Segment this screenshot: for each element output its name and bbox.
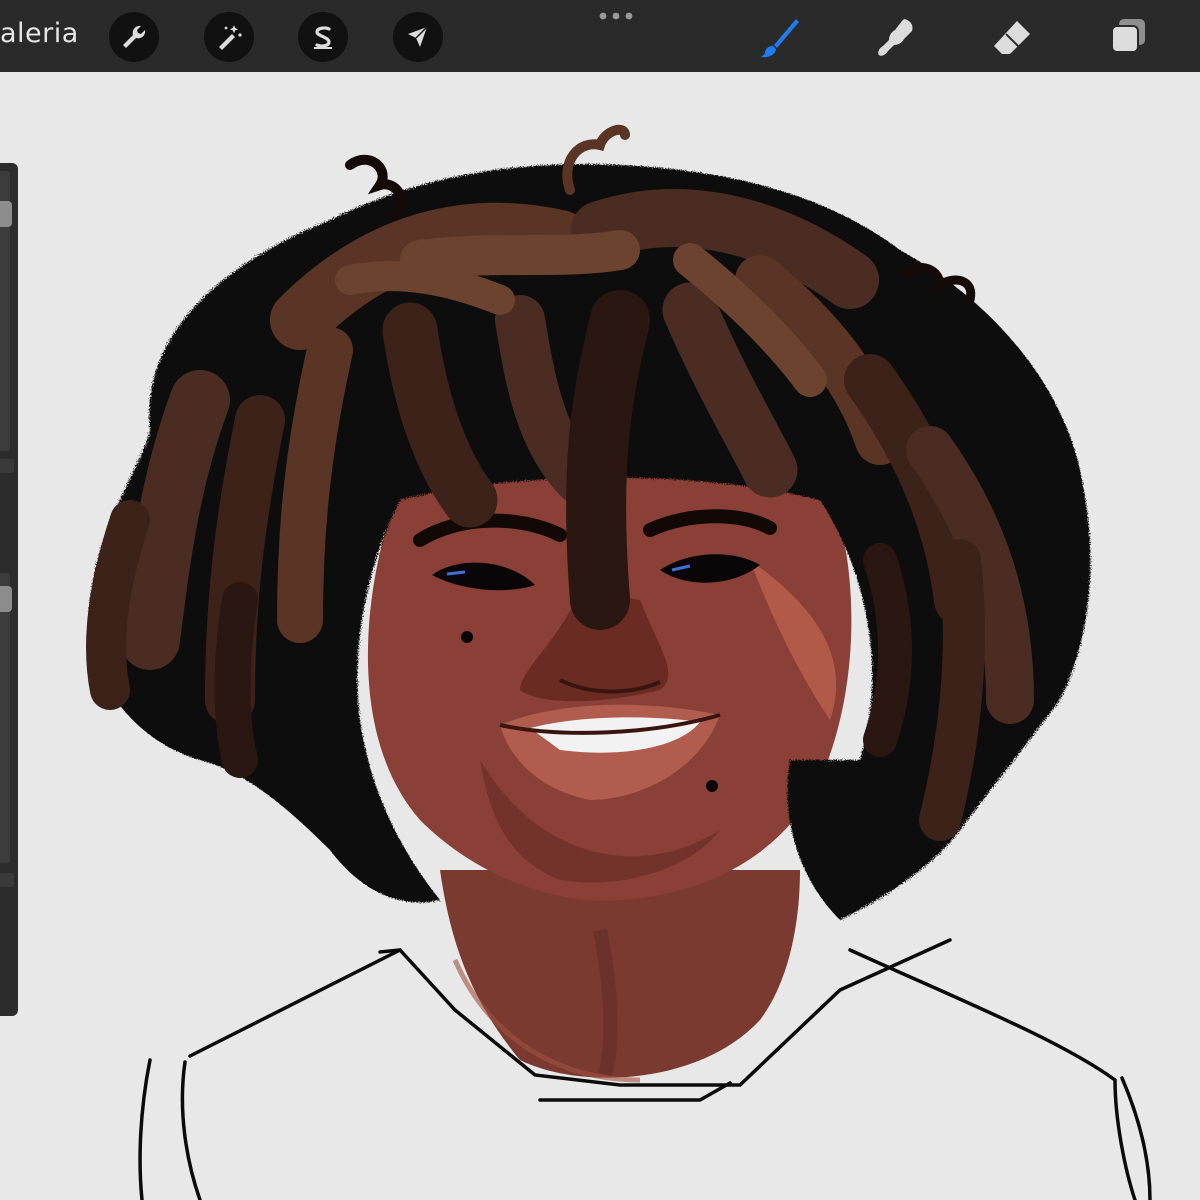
- selection-s-icon: [314, 26, 332, 49]
- layers-button[interactable]: [1103, 12, 1153, 62]
- actions-button[interactable]: [109, 12, 159, 62]
- transform-button[interactable]: [393, 12, 443, 62]
- magic-wand-icon: [219, 25, 242, 50]
- left-sidebar: [0, 163, 18, 1016]
- smudge-icon: [878, 19, 913, 56]
- opacity-slider-knob[interactable]: [0, 586, 12, 612]
- more-handle-icon[interactable]: [598, 10, 634, 22]
- wrench-icon: [123, 25, 146, 48]
- layers-icon: [1111, 19, 1145, 53]
- smudge-button[interactable]: [871, 12, 921, 62]
- opacity-slider[interactable]: [0, 573, 10, 863]
- arrow-cursor-icon: [408, 26, 428, 47]
- brush-icon: [761, 19, 799, 58]
- eraser-icon: [994, 21, 1030, 54]
- brush-size-slider-knob[interactable]: [0, 201, 12, 227]
- selection-button[interactable]: [298, 12, 348, 62]
- redo-button[interactable]: [0, 873, 14, 887]
- erase-button[interactable]: [987, 12, 1037, 62]
- undo-button[interactable]: [0, 459, 14, 473]
- top-toolbar: aleria: [0, 0, 1200, 72]
- paint-button[interactable]: [755, 12, 805, 62]
- gallery-button[interactable]: aleria: [0, 18, 79, 49]
- drawing-canvas[interactable]: [0, 72, 1200, 1200]
- adjustments-button[interactable]: [204, 12, 254, 62]
